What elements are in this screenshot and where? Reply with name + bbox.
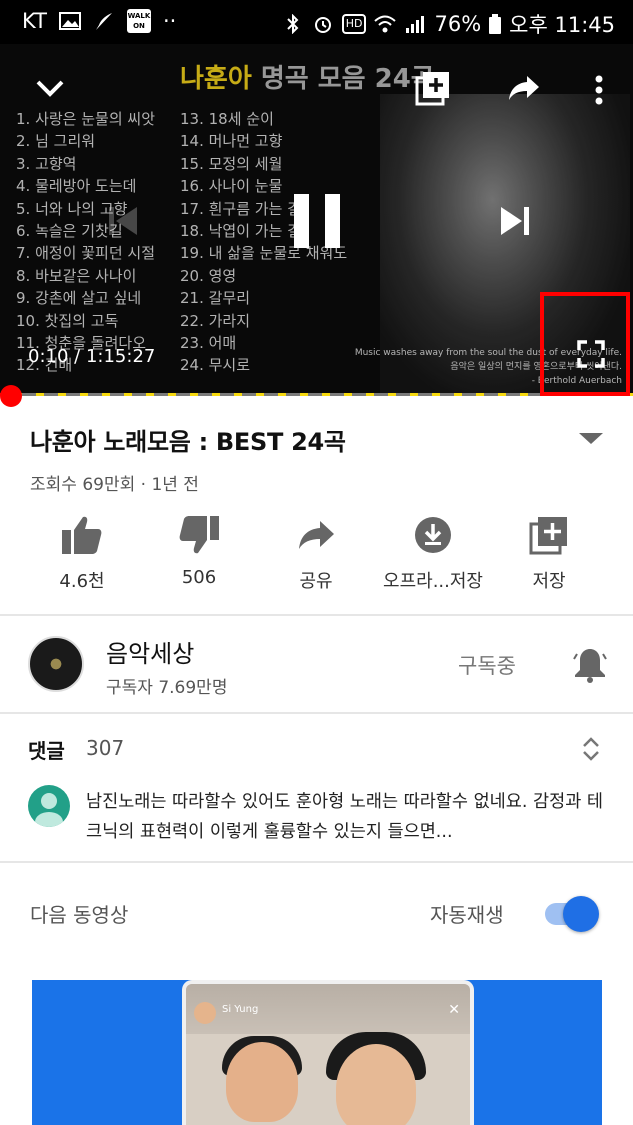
commenter-avatar [28, 785, 70, 827]
autoplay-toggle-knob[interactable] [563, 896, 599, 932]
progress-scrubber[interactable] [0, 385, 22, 407]
unfold-icon [583, 737, 599, 761]
current-time: 0:10 [28, 346, 69, 367]
thumbnail-face-adult [336, 1044, 416, 1125]
battery-percent: 76% [434, 12, 482, 36]
carrier-label: KT [22, 9, 47, 33]
dislike-button[interactable]: 506 [134, 515, 264, 588]
download-icon [415, 517, 451, 553]
battery-icon [489, 14, 502, 34]
divider [0, 614, 633, 616]
top-comment-text[interactable]: 남진노래는 따라할수 있어도 훈아형 노래는 따라할수 없네요. 감정과 테크닉… [86, 787, 606, 847]
previous-button[interactable] [98, 196, 148, 246]
thumbs-down-icon [179, 516, 219, 554]
comments-heading[interactable]: 댓글 [28, 735, 65, 764]
skip-previous-icon [109, 207, 137, 235]
share-icon [299, 521, 334, 549]
highlight-annotation-box [540, 292, 630, 396]
bluetooth-icon [287, 14, 299, 34]
time-display: 0:10 / 1:15:27 [28, 346, 156, 367]
action-bar: 4.6천 506 공유 오프라...저장 저장 [0, 515, 633, 595]
comments-count: 307 [86, 736, 125, 760]
wifi-icon [374, 15, 397, 33]
pause-button[interactable] [284, 188, 350, 254]
share-button[interactable]: 공유 [251, 515, 381, 593]
bell-icon [573, 649, 607, 683]
chevron-down-icon [36, 80, 64, 97]
download-label: 오프라...저장 [383, 571, 483, 592]
expand-description-caret[interactable] [579, 433, 603, 444]
share-label: 공유 [299, 571, 333, 592]
comments-expand-toggle[interactable] [580, 736, 602, 766]
notification-bell-button[interactable] [570, 645, 610, 685]
divider [0, 712, 633, 714]
divider [0, 861, 633, 863]
video-meta: 조회수 69만회 · 1년 전 [30, 475, 199, 495]
save-button[interactable]: 저장 [484, 515, 614, 593]
total-duration: 1:15:27 [85, 346, 156, 367]
channel-subscribers: 구독자 7.69만명 [106, 678, 228, 698]
alarm-icon [314, 17, 331, 33]
quill-icon [95, 13, 112, 30]
more-vert-icon [595, 75, 603, 105]
thumbnail-avatar [194, 1002, 216, 1024]
next-button[interactable] [490, 196, 540, 246]
up-next-label: 다음 동영상 [30, 903, 129, 927]
thumbs-up-icon [62, 516, 102, 554]
more-notifications-dots: ·· [162, 9, 177, 33]
hd-voice-badge: HD [341, 14, 367, 34]
thumbnail-face-child [226, 1042, 298, 1122]
next-video-thumbnail[interactable]: Si Yung ✕ [32, 980, 602, 1125]
status-bar: KT WALK ON ·· HD 76% 오후 11:45 [0, 0, 633, 44]
add-to-playlist-icon [529, 517, 567, 555]
like-count: 4.6천 [59, 571, 105, 592]
thumbnail-phone-frame: Si Yung ✕ [182, 980, 474, 1125]
walk-on-badge: WALK ON [126, 9, 151, 33]
subscribed-button[interactable]: 구독중 [458, 650, 516, 680]
save-label: 저장 [532, 571, 566, 592]
share-video-button[interactable] [502, 70, 546, 106]
more-options-button[interactable] [584, 70, 614, 110]
signal-icon [406, 16, 425, 33]
download-button[interactable]: 오프라...저장 [368, 515, 498, 593]
minimize-button[interactable] [28, 70, 72, 106]
playlist-add-icon [415, 72, 449, 106]
add-to-playlist-button[interactable] [410, 68, 456, 108]
video-player[interactable]: 나훈아 명곡 모음 24곡 1. 사랑은 눈물의 씨앗 2. 님 그리워 3. … [0, 44, 633, 396]
clock: 오후 11:45 [509, 13, 615, 37]
like-button[interactable]: 4.6천 [17, 515, 147, 593]
pause-icon [294, 194, 340, 248]
autoplay-label: 자동재생 [430, 903, 504, 927]
share-arrow-icon [509, 76, 539, 100]
close-icon: ✕ [448, 1002, 460, 1018]
skip-next-icon [501, 207, 529, 235]
channel-avatar[interactable] [28, 636, 84, 692]
video-title: 나훈아 노래모음 : BEST 24곡 [30, 428, 346, 456]
progress-bar[interactable] [0, 393, 633, 396]
dislike-count: 506 [181, 567, 217, 588]
channel-name[interactable]: 음악세상 [106, 634, 194, 669]
thumbnail-name: Si Yung [222, 1004, 259, 1015]
gallery-icon [58, 12, 81, 30]
